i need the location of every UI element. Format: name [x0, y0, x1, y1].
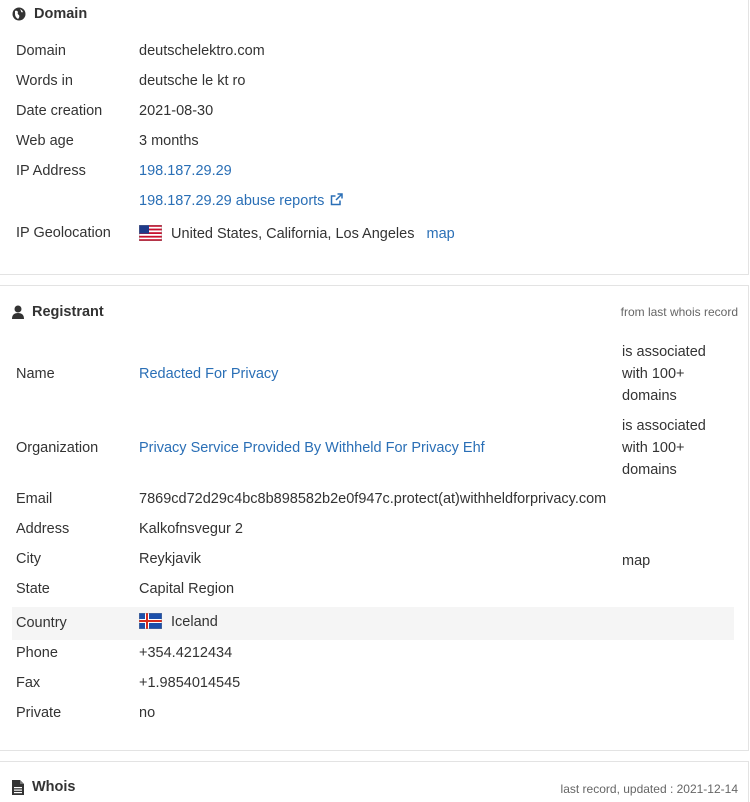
side-line: is associated [622, 344, 706, 360]
row-label: Words in [16, 73, 73, 89]
row-words-in: Words in deutsche le kt ro [12, 73, 734, 97]
country-text: Iceland [171, 614, 218, 630]
row-abuse-reports: 198.187.29.29 abuse reports [12, 193, 734, 217]
row-label: State [16, 581, 50, 597]
web-age-value: 3 months [139, 133, 199, 149]
row-label: Email [16, 491, 53, 507]
abuse-reports-label: 198.187.29.29 abuse reports [139, 193, 325, 209]
row-label: Name [16, 366, 55, 382]
row-label: Fax [16, 675, 41, 691]
row-label: IP Geolocation [16, 225, 111, 241]
registrant-panel-header: Registrant [12, 304, 104, 320]
row-label: IP Address [16, 163, 86, 179]
organization-link[interactable]: Privacy Service Provided By Withheld For… [139, 440, 485, 456]
registrant-name-link[interactable]: Redacted For Privacy [139, 366, 278, 382]
registrant-panel: Registrant from last whois record Name R… [0, 285, 749, 751]
city-value: Reykjavik [139, 551, 202, 567]
private-value: no [139, 705, 156, 721]
row-domain: Domain deutschelektro.com [12, 43, 734, 67]
whois-panel: Whois last record, updated : 2021-12-14 [0, 761, 749, 802]
row-label: Country [16, 615, 67, 631]
document-icon [12, 779, 24, 795]
side-line: with 100+ [622, 366, 685, 382]
state-value: Capital Region [139, 581, 235, 597]
ip-address-link[interactable]: 198.187.29.29 [139, 163, 232, 179]
side-line: is associated [622, 418, 706, 434]
row-organization: Organization Privacy Service Provided By… [12, 415, 734, 485]
country-value: Iceland [139, 613, 218, 630]
geolocation-map-link[interactable]: map [426, 226, 454, 242]
email-value: 7869cd72d29c4bc8b898582b2e0f947c.protect… [139, 491, 607, 507]
abuse-reports-link[interactable]: 198.187.29.29 abuse reports [139, 193, 344, 209]
row-city: City Reykjavik map [12, 551, 734, 575]
row-label: Organization [16, 440, 99, 456]
external-link-icon [331, 193, 344, 206]
row-address: Address Kalkofnsvegur 2 [12, 521, 734, 545]
city-map-link[interactable]: map [622, 550, 650, 572]
row-email: Email 7869cd72d29c4bc8b898582b2e0f947c.p… [12, 491, 734, 515]
row-fax: Fax +1.9854014545 [12, 675, 734, 699]
fax-value: +1.9854014545 [139, 675, 241, 691]
row-phone: Phone +354.4212434 [12, 645, 734, 669]
user-icon [12, 305, 24, 319]
phone-value: +354.4212434 [139, 645, 233, 661]
us-flag-icon [139, 225, 162, 241]
domain-panel-title: Domain [34, 6, 88, 22]
row-label: City [16, 551, 41, 567]
row-country: Country Iceland [12, 607, 734, 640]
organization-associated-link[interactable]: is associated with 100+ domains [622, 415, 706, 481]
date-creation-value: 2021-08-30 [139, 103, 214, 119]
globe-icon [12, 7, 26, 21]
row-label: Domain [16, 43, 66, 59]
domain-value: deutschelektro.com [139, 43, 265, 59]
side-line: domains [622, 388, 677, 404]
row-label: Address [16, 521, 70, 537]
geolocation-text: United States, California, Los Angeles [171, 226, 415, 242]
row-web-age: Web age 3 months [12, 133, 734, 157]
side-line: domains [622, 462, 677, 478]
row-label: Private [16, 705, 62, 721]
row-ip-geolocation: IP Geolocation United States, California… [12, 225, 734, 249]
row-label: Phone [16, 645, 58, 661]
registrant-note: from last whois record [620, 305, 738, 319]
row-name: Name Redacted For Privacy is associated … [12, 341, 734, 411]
domain-panel: Domain Domain deutschelektro.com Words i… [0, 0, 749, 275]
row-date-creation: Date creation 2021-08-30 [12, 103, 734, 127]
ip-geolocation-value: United States, California, Los Angeles m… [139, 225, 455, 242]
address-value: Kalkofnsvegur 2 [139, 521, 243, 537]
words-in-value: deutsche le kt ro [139, 73, 246, 89]
whois-panel-title: Whois [32, 779, 76, 795]
row-private: Private no [12, 705, 734, 729]
row-ip-address: IP Address 198.187.29.29 [12, 163, 734, 187]
side-line: with 100+ [622, 440, 685, 456]
row-state: State Capital Region [12, 581, 734, 605]
whois-panel-header: Whois [12, 779, 76, 795]
row-label: Web age [16, 133, 74, 149]
iceland-flag-icon [139, 613, 162, 629]
domain-panel-header: Domain [12, 6, 87, 22]
name-associated-link[interactable]: is associated with 100+ domains [622, 341, 706, 407]
whois-note: last record, updated : 2021-12-14 [560, 782, 738, 796]
registrant-panel-title: Registrant [32, 304, 104, 320]
row-label: Date creation [16, 103, 103, 119]
